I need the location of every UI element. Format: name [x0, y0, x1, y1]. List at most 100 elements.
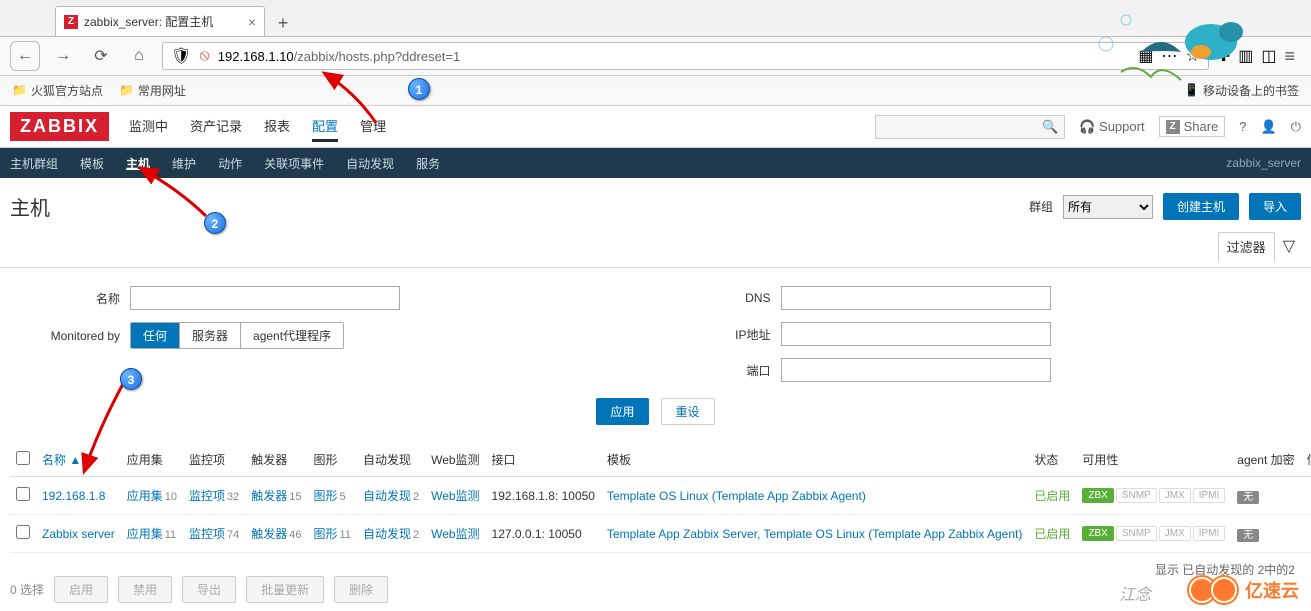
web-link[interactable]: Web监测: [431, 489, 479, 503]
search-icon[interactable]: 🔍: [1042, 119, 1058, 135]
bookmarks-bar: 火狐官方站点 常用网址 移动设备上的书签: [0, 76, 1311, 104]
avail-zbx: ZBX: [1082, 488, 1113, 503]
mobile-bookmarks[interactable]: 移动设备上的书签: [1184, 82, 1299, 99]
seg-server[interactable]: 服务器: [180, 323, 241, 348]
ip-label: IP地址: [711, 326, 771, 343]
status-link[interactable]: 已启用: [1034, 489, 1070, 503]
name-input[interactable]: [130, 286, 400, 310]
btn-enable: 启用: [54, 576, 108, 603]
import-button[interactable]: 导入: [1249, 193, 1301, 220]
zabbix-header: ZABBIX 监测中 资产记录 报表 配置 管理 🔍 🎧 Support ZSh…: [0, 106, 1311, 148]
share-link[interactable]: ZShare: [1159, 116, 1226, 137]
ext-icon-2[interactable]: ▥: [1238, 46, 1253, 66]
discovery-link[interactable]: 自动发现: [363, 489, 411, 503]
new-tab-button[interactable]: +: [269, 10, 297, 36]
subnav-correlation[interactable]: 关联项事件: [264, 155, 324, 172]
nav-config[interactable]: 配置: [312, 112, 338, 142]
reset-button[interactable]: 重设: [661, 398, 715, 425]
subnav-services[interactable]: 服务: [416, 155, 440, 172]
close-icon[interactable]: ×: [248, 14, 256, 30]
url-field[interactable]: 🛡 ⦸ 192.168.1.10/zabbix/hosts.php?ddrese…: [162, 42, 1209, 70]
th-tmpl: 模板: [601, 443, 1028, 477]
items-link[interactable]: 监控项: [189, 527, 225, 541]
th-triggers[interactable]: 触发器: [245, 443, 307, 477]
th-items[interactable]: 监控项: [183, 443, 245, 477]
seg-any[interactable]: 任何: [131, 323, 180, 348]
row-check[interactable]: [16, 487, 30, 501]
forward-button[interactable]: →: [48, 41, 78, 71]
signature: 江念: [1119, 581, 1151, 605]
bookmark-2[interactable]: 常用网址: [119, 82, 186, 99]
zabbix-logo[interactable]: ZABBIX: [10, 112, 109, 141]
bookmark-1[interactable]: 火狐官方站点: [12, 82, 103, 99]
apps-link[interactable]: 应用集: [127, 489, 163, 503]
th-discovery[interactable]: 自动发现: [357, 443, 425, 477]
tab-bar: Z zabbix_server: 配置主机 × +: [0, 0, 1311, 36]
subnav-hostgroups[interactable]: 主机群组: [10, 155, 58, 172]
th-graphs[interactable]: 图形: [308, 443, 357, 477]
subnav-actions[interactable]: 动作: [218, 155, 242, 172]
search-input[interactable]: [882, 120, 1042, 134]
graphs-link[interactable]: 图形: [314, 489, 338, 503]
nav-reports[interactable]: 报表: [264, 112, 290, 142]
host-link[interactable]: 192.168.1.8: [42, 489, 105, 503]
check-all[interactable]: [16, 451, 30, 465]
group-select[interactable]: 所有: [1063, 195, 1153, 219]
subnav-templates[interactable]: 模板: [80, 155, 104, 172]
subnav-hosts[interactable]: 主机: [126, 155, 150, 172]
more-icon[interactable]: ⋯: [1161, 46, 1177, 66]
avail-cell: ZBXSNMPJMXIPMI: [1082, 488, 1225, 503]
nav-admin[interactable]: 管理: [360, 112, 386, 142]
host-link[interactable]: Zabbix server: [42, 527, 115, 541]
subnav-maintenance[interactable]: 维护: [172, 155, 196, 172]
ip-input[interactable]: [781, 322, 1051, 346]
graphs-link[interactable]: 图形: [314, 527, 338, 541]
th-web[interactable]: Web监测: [425, 443, 485, 477]
power-icon[interactable]: ⏻: [1291, 119, 1301, 135]
nav-monitoring[interactable]: 监测中: [129, 112, 168, 142]
web-link[interactable]: Web监测: [431, 527, 479, 541]
qr-icon[interactable]: ▦: [1138, 46, 1153, 66]
search-box[interactable]: 🔍: [875, 115, 1065, 139]
url-text: 192.168.1.10/zabbix/hosts.php?ddreset=1: [218, 49, 1131, 64]
items-link[interactable]: 监控项: [189, 489, 225, 503]
back-button[interactable]: ←: [10, 41, 40, 71]
help-icon[interactable]: ?: [1239, 119, 1246, 134]
avail-ipmi: IPMI: [1193, 526, 1226, 541]
support-link[interactable]: 🎧 Support: [1079, 119, 1144, 135]
hosts-table: 名称 ▲ 应用集 监控项 触发器 图形 自动发现 Web监测 接口 模板 状态 …: [10, 443, 1311, 553]
row-check[interactable]: [16, 525, 30, 539]
port-input[interactable]: [781, 358, 1051, 382]
ext-icon-1[interactable]: ✚: [1217, 46, 1230, 66]
seg-proxy[interactable]: agent代理程序: [241, 323, 343, 348]
browser-tab[interactable]: Z zabbix_server: 配置主机 ×: [55, 6, 265, 36]
btn-export: 导出: [182, 576, 236, 603]
home-button[interactable]: ⌂: [124, 41, 154, 71]
user-icon[interactable]: 👤: [1261, 119, 1277, 135]
th-info: 信息: [1301, 443, 1311, 477]
discovery-link[interactable]: 自动发现: [363, 527, 411, 541]
triggers-link[interactable]: 触发器: [251, 527, 287, 541]
apply-button[interactable]: 应用: [596, 398, 648, 425]
iface-cell: 192.168.1.8: 10050: [486, 477, 601, 515]
subnav-discovery[interactable]: 自动发现: [346, 155, 394, 172]
create-host-button[interactable]: 创建主机: [1163, 193, 1239, 220]
funnel-icon[interactable]: ▽: [1283, 236, 1295, 256]
status-link[interactable]: 已启用: [1034, 527, 1070, 541]
avail-jmx: JMX: [1159, 488, 1191, 503]
btn-disable: 禁用: [118, 576, 172, 603]
apps-link[interactable]: 应用集: [127, 527, 163, 541]
dns-input[interactable]: [781, 286, 1051, 310]
ext-icon-3[interactable]: ◫: [1261, 46, 1276, 66]
th-name[interactable]: 名称 ▲: [36, 443, 121, 477]
th-apps[interactable]: 应用集: [121, 443, 183, 477]
zabbix-favicon: Z: [64, 15, 78, 29]
menu-icon[interactable]: ≡: [1284, 46, 1301, 67]
th-status[interactable]: 状态: [1028, 443, 1076, 477]
filter-tab[interactable]: 过滤器: [1218, 232, 1275, 262]
star-icon[interactable]: ☆: [1185, 46, 1199, 66]
triggers-link[interactable]: 触发器: [251, 489, 287, 503]
reload-button[interactable]: ⟳: [86, 41, 116, 71]
nav-inventory[interactable]: 资产记录: [190, 112, 242, 142]
sub-nav: 主机群组 模板 主机 维护 动作 关联项事件 自动发现 服务 zabbix_se…: [0, 148, 1311, 178]
